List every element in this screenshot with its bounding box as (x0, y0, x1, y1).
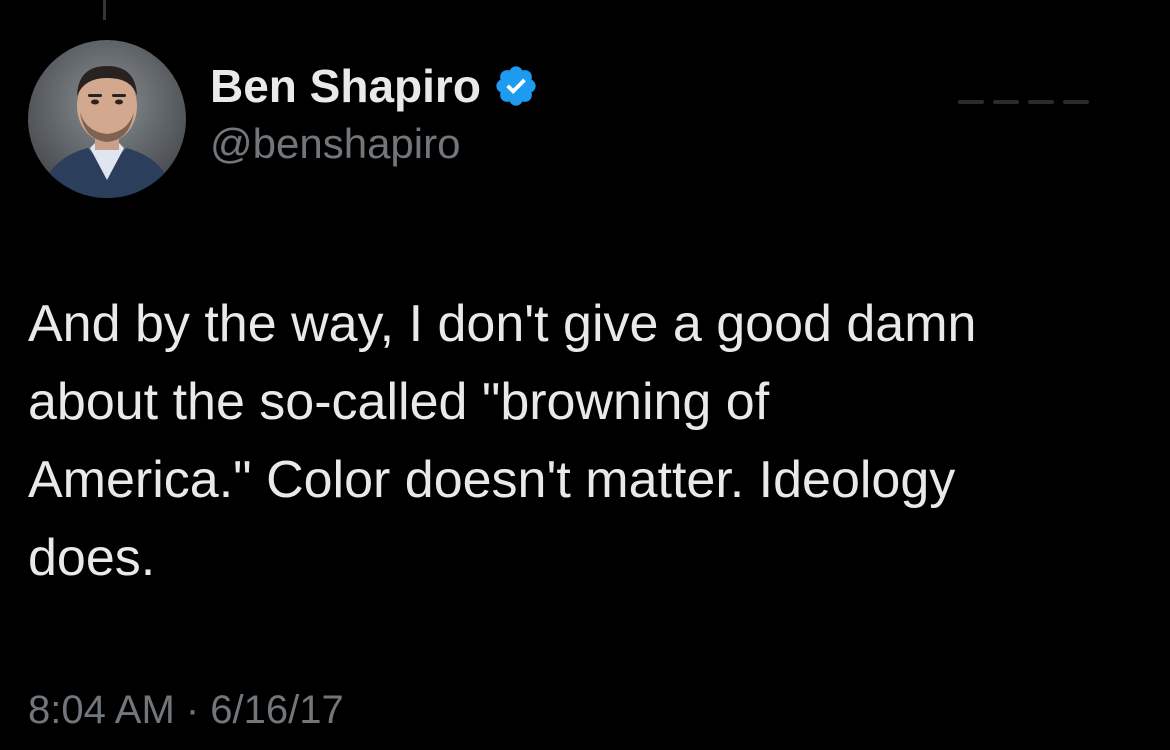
verified-badge-icon[interactable] (493, 63, 539, 109)
name-row: Ben Shapiro (210, 58, 539, 114)
tweet-header: Ben Shapiro @benshapiro (210, 58, 539, 170)
more-dot (1028, 100, 1054, 104)
thread-connector-line (103, 0, 106, 20)
tweet-text: And by the way, I don't give a good damn… (28, 295, 977, 587)
more-options-icon[interactable] (958, 96, 1098, 108)
avatar[interactable] (28, 40, 186, 198)
tweet-timestamp[interactable]: 8:04 AM · 6/16/17 (28, 686, 344, 734)
more-dot (1063, 100, 1089, 104)
author-handle[interactable]: @benshapiro (210, 118, 539, 170)
more-dot (958, 100, 984, 104)
author-display-name[interactable]: Ben Shapiro (210, 58, 481, 114)
more-dot (993, 100, 1019, 104)
profile-photo-icon (28, 40, 186, 198)
